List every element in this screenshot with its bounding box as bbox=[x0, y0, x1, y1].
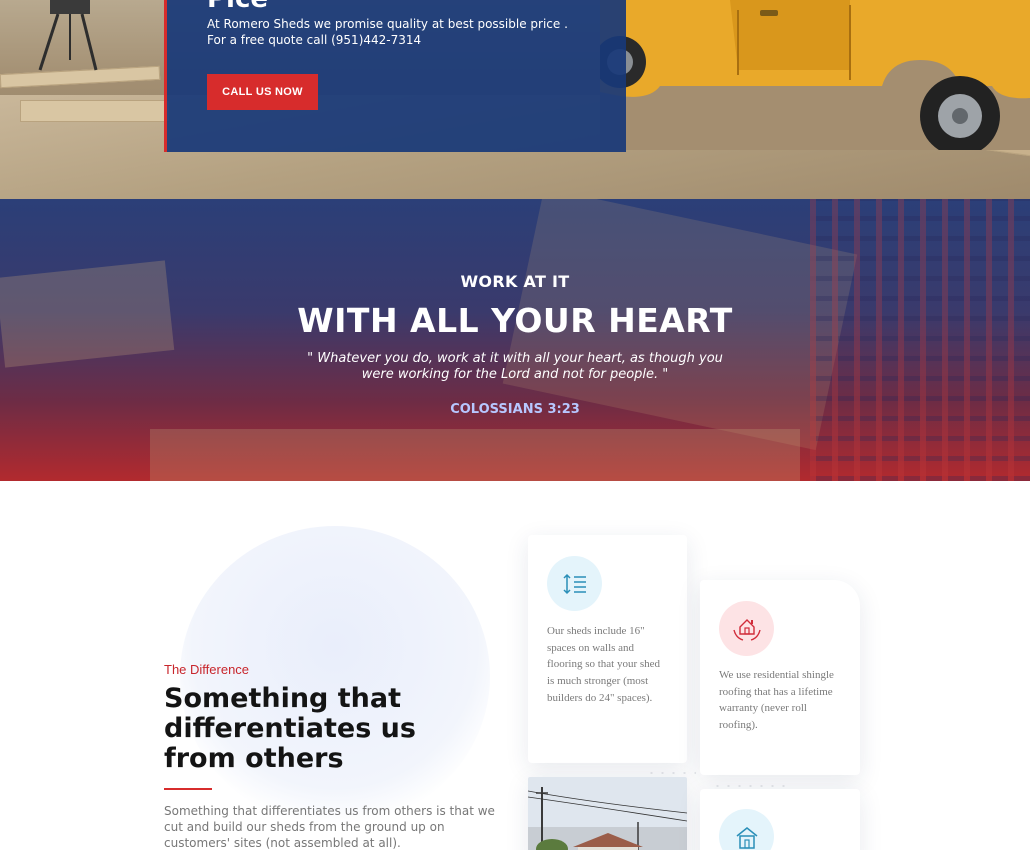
house-icon bbox=[719, 809, 774, 850]
feature-card-stud-spacing: Our sheds include 16" spaces on walls an… bbox=[528, 535, 687, 763]
pickup-truck-image bbox=[600, 0, 1030, 150]
section-eyebrow: The Difference bbox=[164, 662, 250, 677]
quote-heading: WITH ALL YOUR HEART bbox=[297, 301, 733, 340]
card-text: We use residential shingle roofing that … bbox=[719, 669, 834, 732]
line-spacing-icon bbox=[547, 556, 602, 611]
quote-section: WORK AT IT WITH ALL YOUR HEART " Whateve… bbox=[0, 199, 1030, 481]
hero-promo-panel: Pice At Romero Sheds we promise quality … bbox=[164, 0, 626, 152]
saw-stand-image bbox=[38, 0, 98, 71]
title-divider bbox=[164, 788, 212, 790]
plaid-shirt-image bbox=[810, 199, 1030, 481]
feature-card-house bbox=[700, 789, 860, 850]
hero-description: At Romero Sheds we promise quality at be… bbox=[207, 17, 568, 47]
call-us-now-button[interactable]: CALL US NOW bbox=[207, 74, 318, 110]
card-text: Our sheds include 16" spaces on walls an… bbox=[547, 625, 661, 704]
neighborhood-photo-image bbox=[528, 777, 687, 850]
section-description: Something that differentiates us from ot… bbox=[164, 804, 495, 850]
shed-photo-card bbox=[528, 777, 687, 850]
wood-plank-image bbox=[20, 100, 170, 122]
decorative-dots bbox=[712, 784, 792, 788]
difference-section: The Difference Something that differenti… bbox=[0, 481, 1030, 850]
quote-eyebrow: WORK AT IT bbox=[460, 272, 570, 291]
decorative-dots bbox=[646, 771, 696, 775]
workbench-image bbox=[150, 429, 800, 481]
hero-section: Pice At Romero Sheds we promise quality … bbox=[0, 0, 1030, 200]
hero-title: Pice bbox=[207, 0, 268, 14]
bible-reference: COLOSSIANS 3:23 bbox=[450, 402, 580, 417]
bible-quote-text: " Whatever you do, work at it with all y… bbox=[307, 351, 723, 382]
house-in-hands-icon bbox=[719, 601, 774, 656]
feature-card-roofing: We use residential shingle roofing that … bbox=[700, 580, 860, 775]
section-title: Something that differentiates us from ot… bbox=[164, 683, 416, 774]
